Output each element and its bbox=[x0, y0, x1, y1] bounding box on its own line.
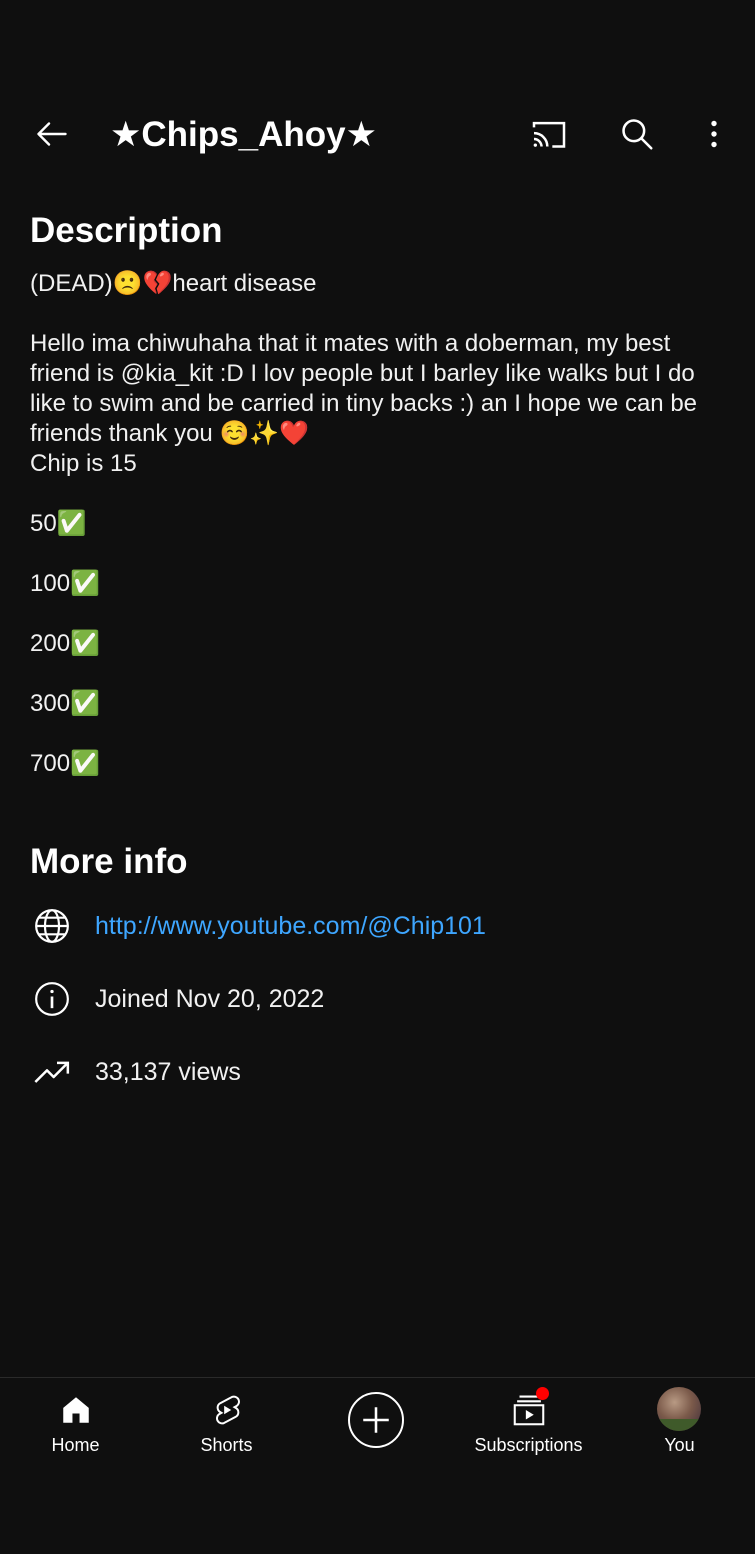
shorts-icon bbox=[207, 1390, 247, 1430]
notification-dot bbox=[536, 1387, 549, 1400]
more-vert-icon bbox=[711, 120, 717, 148]
top-app-bar: ★Chips_Ahoy★ bbox=[0, 100, 755, 168]
bio-text: Hello ima chiwuhaha that it mates with a… bbox=[30, 330, 698, 447]
cast-button[interactable] bbox=[525, 110, 573, 158]
avatar bbox=[657, 1387, 701, 1431]
joined-date: Joined Nov 20, 2022 bbox=[95, 984, 325, 1013]
milestone-item: 100✅ bbox=[30, 570, 100, 597]
nav-home-label: Home bbox=[51, 1435, 100, 1455]
back-arrow-icon bbox=[37, 122, 67, 146]
nav-home[interactable]: Home bbox=[0, 1378, 151, 1473]
views-row: 33,137 views bbox=[30, 1050, 730, 1094]
nav-you-label: You bbox=[664, 1435, 695, 1455]
cast-icon bbox=[532, 121, 566, 148]
globe-icon bbox=[30, 904, 74, 948]
back-button[interactable] bbox=[28, 110, 76, 158]
nav-subscriptions-label: Subscriptions bbox=[474, 1435, 583, 1455]
status-line: (DEAD)🙁💔heart disease bbox=[30, 270, 317, 297]
channel-link[interactable]: http://www.youtube.com/@Chip101 bbox=[95, 912, 486, 941]
plus-icon bbox=[363, 1407, 389, 1433]
channel-link-row: http://www.youtube.com/@Chip101 bbox=[30, 904, 730, 948]
channel-title: ★Chips_Ahoy★ bbox=[110, 115, 377, 154]
description-body: (DEAD)🙁💔heart disease Hello ima chiwuhah… bbox=[30, 269, 730, 779]
milestone-item: 200✅ bbox=[30, 630, 100, 657]
nav-shorts[interactable]: Shorts bbox=[151, 1378, 302, 1473]
bottom-navigation: Home Shorts Subscriptions You bbox=[0, 1377, 755, 1554]
milestone-item: 300✅ bbox=[30, 690, 100, 717]
nav-create[interactable] bbox=[302, 1378, 453, 1473]
more-options-button[interactable] bbox=[690, 110, 738, 158]
trending-up-icon bbox=[30, 1050, 74, 1094]
milestone-item: 50✅ bbox=[30, 510, 87, 537]
milestone-item: 700✅ bbox=[30, 750, 100, 777]
view-count: 33,137 views bbox=[95, 1057, 241, 1086]
description-heading: Description bbox=[30, 211, 223, 250]
nav-subscriptions[interactable]: Subscriptions bbox=[453, 1378, 604, 1473]
age-line: Chip is 15 bbox=[30, 450, 137, 477]
info-icon bbox=[30, 977, 74, 1021]
joined-date-row: Joined Nov 20, 2022 bbox=[30, 977, 730, 1021]
search-icon bbox=[622, 119, 653, 150]
home-icon bbox=[56, 1390, 96, 1430]
search-button[interactable] bbox=[613, 110, 661, 158]
more-info-heading: More info bbox=[30, 842, 188, 881]
nav-shorts-label: Shorts bbox=[200, 1435, 253, 1455]
nav-you[interactable]: You bbox=[604, 1378, 755, 1473]
create-button[interactable] bbox=[348, 1392, 404, 1448]
